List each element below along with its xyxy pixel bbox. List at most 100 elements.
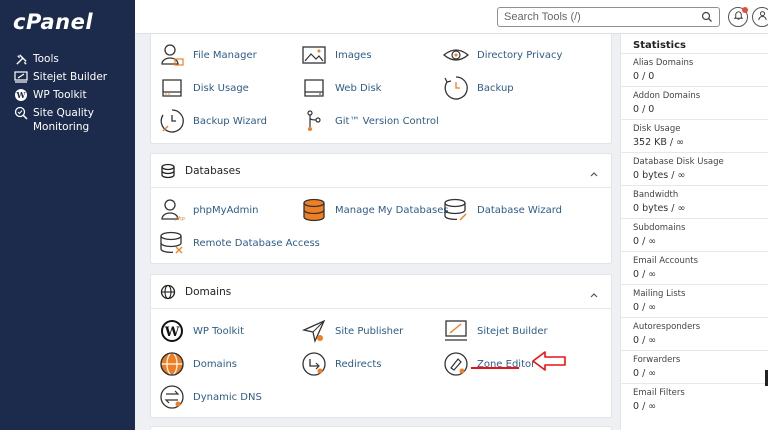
- domains-card: Domains W WP Toolkit Site Publisher Site…: [150, 274, 612, 418]
- stat-label: Email Accounts: [633, 256, 699, 266]
- wordpress-icon: W: [159, 318, 185, 344]
- git-icon: [301, 108, 327, 134]
- section-title: Domains: [185, 286, 232, 298]
- stat-addon-domains: Addon Domains 0 / 0: [621, 86, 768, 119]
- tool-label: WP Toolkit: [193, 325, 245, 337]
- tool-disk-usage[interactable]: Disk Usage: [159, 75, 249, 101]
- stat-label: Mailing Lists: [633, 289, 686, 299]
- stat-email-accounts: Email Accounts 0 / ∞: [621, 251, 768, 284]
- domains-header[interactable]: Domains: [151, 275, 611, 309]
- sitejet-icon: [13, 70, 29, 84]
- tool-manage-databases[interactable]: Manage My Databases: [301, 197, 449, 223]
- tool-dynamic-dns[interactable]: Dynamic DNS: [159, 384, 262, 410]
- tool-label: Database Wizard: [477, 204, 562, 216]
- tool-redirects[interactable]: Redirects: [301, 351, 381, 377]
- svg-text:W: W: [164, 325, 180, 340]
- svg-text:php: php: [174, 216, 185, 222]
- sidebar-item-label: WP Toolkit: [33, 89, 87, 101]
- tool-label: Web Disk: [335, 82, 382, 94]
- tool-remote-database-access[interactable]: Remote Database Access: [159, 230, 320, 256]
- sidebar-nav: Tools Sitejet Builder W WP Toolkit Site …: [13, 52, 133, 138]
- stat-value: 0 / ∞: [633, 236, 657, 247]
- notifications-button[interactable]: [728, 7, 748, 27]
- zone-editor-underline: [471, 367, 519, 369]
- stat-label: Database Disk Usage: [633, 157, 724, 167]
- manage-databases-icon: [301, 197, 327, 223]
- stat-label: Autoresponders: [633, 322, 701, 332]
- stat-value: 352 KB / ∞: [633, 137, 685, 148]
- tool-sitejet-builder[interactable]: Sitejet Builder: [443, 318, 548, 344]
- stat-value: 0 / 0: [633, 71, 655, 82]
- tool-label: Domains: [193, 358, 238, 370]
- sidebar-item-tools[interactable]: Tools: [13, 52, 133, 66]
- wordpress-icon: W: [13, 88, 29, 102]
- stat-mailing-lists: Mailing Lists 0 / ∞: [621, 284, 768, 317]
- tool-backup-wizard[interactable]: Backup Wizard: [159, 108, 267, 134]
- remote-database-icon: [159, 230, 185, 256]
- tool-images[interactable]: Images: [301, 42, 372, 68]
- section-title: Databases: [185, 165, 241, 177]
- user-menu-button[interactable]: [752, 7, 768, 27]
- globe-icon: [160, 284, 176, 300]
- stat-autoresponders: Autoresponders 0 / ∞: [621, 317, 768, 350]
- tools-icon: [13, 52, 29, 66]
- databases-card: Databases php phpMyAdmin Manage My Datab…: [150, 153, 612, 264]
- files-card: File Manager Images Directory Privacy Di…: [150, 34, 612, 144]
- tool-label: phpMyAdmin: [193, 204, 259, 216]
- search-icon[interactable]: [701, 10, 715, 24]
- tool-label: Redirects: [335, 358, 382, 370]
- chevron-up-icon[interactable]: [589, 166, 599, 177]
- zone-editor-icon: [443, 351, 469, 377]
- database-icon: [160, 163, 176, 179]
- stat-label: Email Filters: [633, 388, 685, 398]
- main-content: File Manager Images Directory Privacy Di…: [135, 34, 620, 430]
- sidebar-item-wp-toolkit[interactable]: W WP Toolkit: [13, 88, 133, 102]
- stat-value: 0 bytes / ∞: [633, 203, 686, 214]
- site-publisher-icon: [301, 318, 327, 344]
- stat-value: 0 / ∞: [633, 335, 657, 346]
- next-card: [150, 426, 612, 430]
- statistics-panel: Statistics Alias Domains 0 / 0 Addon Dom…: [620, 34, 768, 430]
- stat-bandwidth: Bandwidth 0 bytes / ∞: [621, 185, 768, 218]
- tool-database-wizard[interactable]: Database Wizard: [443, 197, 562, 223]
- search-box[interactable]: [497, 7, 720, 27]
- stat-value: 0 bytes / ∞: [633, 170, 686, 181]
- tool-web-disk[interactable]: Web Disk: [301, 75, 381, 101]
- stat-label: Bandwidth: [633, 190, 679, 200]
- file-manager-icon: [159, 42, 185, 68]
- directory-privacy-icon: [443, 42, 469, 68]
- tool-domains[interactable]: Domains: [159, 351, 237, 377]
- tool-label: Images: [335, 49, 372, 61]
- tool-site-publisher[interactable]: Site Publisher: [301, 318, 403, 344]
- tool-label: Sitejet Builder: [477, 325, 548, 337]
- tool-label: Remote Database Access: [193, 237, 320, 249]
- sidebar-item-sitejet[interactable]: Sitejet Builder: [13, 70, 133, 84]
- dynamic-dns-icon: [159, 384, 185, 410]
- tool-label: Disk Usage: [193, 82, 249, 94]
- tool-label: Dynamic DNS: [193, 391, 262, 403]
- database-wizard-icon: [443, 197, 469, 223]
- tool-zone-editor[interactable]: Zone Editor: [443, 351, 535, 377]
- tool-file-manager[interactable]: File Manager: [159, 42, 257, 68]
- stat-label: Alias Domains: [633, 58, 694, 68]
- backup-wizard-icon: [159, 108, 185, 134]
- stat-value: 0 / ∞: [633, 269, 657, 280]
- tool-directory-privacy[interactable]: Directory Privacy: [443, 42, 562, 68]
- sidebar-item-label: Tools: [33, 53, 59, 65]
- sidebar-item-site-quality[interactable]: Site Quality Monitoring: [13, 106, 133, 134]
- tool-git-version-control[interactable]: Git™ Version Control: [301, 108, 439, 134]
- stat-label: Forwarders: [633, 355, 681, 365]
- sidebar: cPanel Tools Sitejet Builder W WP Toolki…: [0, 0, 135, 430]
- cpanel-logo[interactable]: cPanel: [13, 10, 93, 34]
- tool-label: Site Publisher: [335, 325, 404, 337]
- tool-label: Manage My Databases: [335, 204, 449, 216]
- chevron-up-icon[interactable]: [589, 287, 599, 298]
- tool-backup[interactable]: Backup: [443, 75, 514, 101]
- databases-header[interactable]: Databases: [151, 154, 611, 188]
- stat-value: 0 / 0: [633, 104, 655, 115]
- search-input[interactable]: [504, 10, 694, 24]
- tool-wp-toolkit[interactable]: W WP Toolkit: [159, 318, 244, 344]
- stat-disk-usage: Disk Usage 352 KB / ∞: [621, 119, 768, 152]
- tool-phpmyadmin[interactable]: php phpMyAdmin: [159, 197, 258, 223]
- stat-label: Disk Usage: [633, 124, 681, 134]
